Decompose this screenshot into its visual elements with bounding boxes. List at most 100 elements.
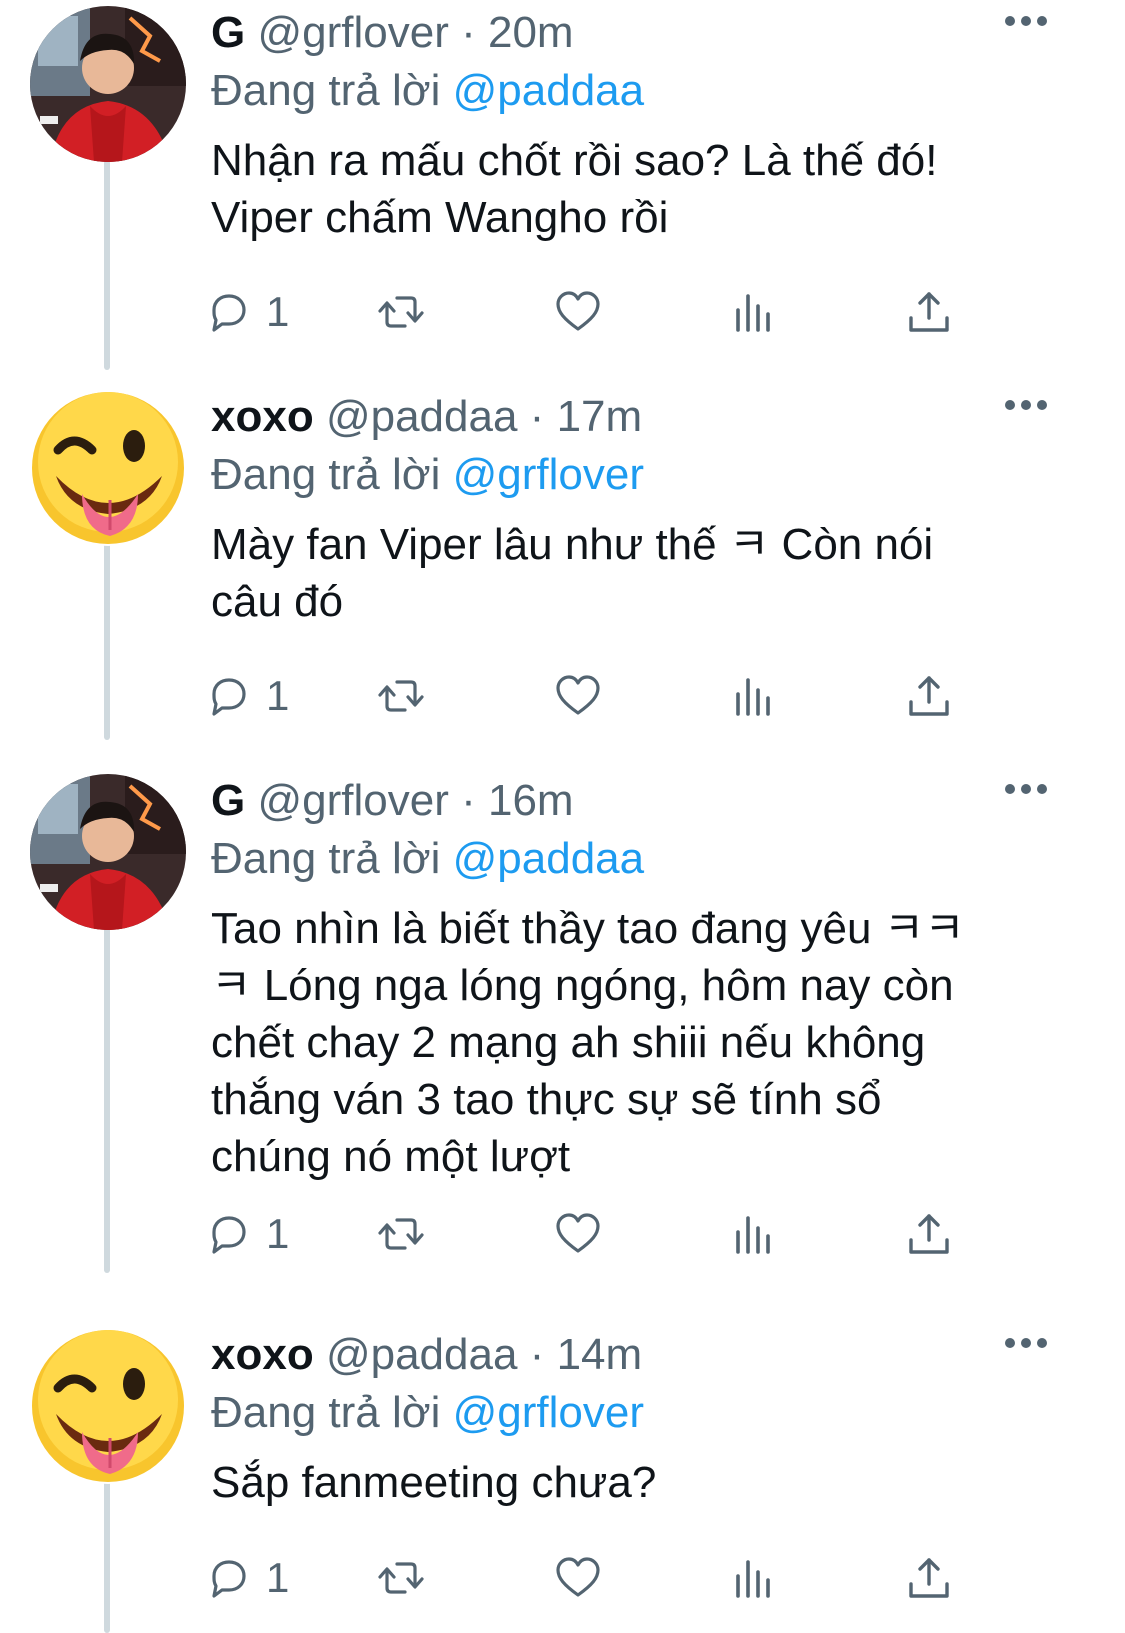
retweet-button[interactable] — [377, 1548, 425, 1608]
tweet[interactable]: G @grflover · 16m Đang trả lời @paddaa T… — [0, 768, 1125, 1298]
share-button[interactable] — [905, 666, 953, 726]
user-handle[interactable]: @grflover — [257, 776, 448, 825]
display-name[interactable]: xoxo — [211, 392, 314, 441]
timestamp[interactable]: 20m — [488, 8, 574, 57]
replying-label: Đang trả lời — [211, 66, 441, 115]
timestamp[interactable]: 17m — [557, 392, 643, 441]
reply-icon — [204, 1554, 252, 1602]
tweet-text: Tao nhìn là biết thầy tao đang yêu ㅋㅋ ㅋ … — [211, 900, 1071, 1185]
tweet-header: G @grflover · 16m — [211, 772, 1071, 830]
tweet[interactable]: G @grflover · 20m Đang trả lời @paddaa N… — [0, 0, 1125, 370]
user-handle[interactable]: @paddaa — [326, 392, 518, 441]
mention-link[interactable]: @grflover — [453, 450, 644, 499]
more-options-icon[interactable] — [1003, 14, 1049, 28]
tweet-text-line: Nhận ra mấu chốt rồi sao? Là thế đó! — [211, 136, 938, 185]
views-button[interactable] — [730, 282, 778, 342]
action-bar: 1 — [204, 1548, 984, 1608]
timestamp[interactable]: 14m — [557, 1330, 643, 1379]
reply-count: 1 — [266, 1554, 290, 1601]
display-name[interactable]: G — [211, 8, 245, 57]
action-bar: 1 — [204, 282, 984, 342]
retweet-icon — [377, 672, 425, 720]
separator-dot: · — [461, 8, 476, 57]
user-handle[interactable]: @grflover — [257, 8, 448, 57]
action-bar: 1 — [204, 666, 984, 726]
mention-link[interactable]: @paddaa — [453, 834, 645, 883]
retweet-button[interactable] — [377, 282, 425, 342]
replying-label: Đang trả lời — [211, 834, 441, 883]
tweet-text-line: chúng nó một lượt — [211, 1132, 571, 1181]
views-icon — [730, 672, 778, 720]
like-icon — [554, 672, 602, 720]
like-button[interactable] — [554, 1204, 602, 1264]
views-button[interactable] — [730, 1548, 778, 1608]
tweet-text-line: Sắp fanmeeting chưa? — [211, 1458, 657, 1507]
tweet-text-line: thắng ván 3 tao thực sự sẽ tính sổ — [211, 1075, 882, 1124]
mention-link[interactable]: @paddaa — [453, 66, 645, 115]
retweet-icon — [377, 1554, 425, 1602]
retweet-icon — [377, 288, 425, 336]
tweet-text: Mày fan Viper lâu như thế ㅋ Còn nói câu … — [211, 516, 1071, 630]
tweet-header: xoxo @paddaa · 14m — [211, 1326, 1071, 1384]
tweet[interactable]: xoxo @paddaa · 14m Đang trả lời @grflove… — [0, 1322, 1125, 1633]
replying-to: Đang trả lời @grflover — [211, 1384, 1071, 1442]
avatar[interactable] — [30, 1328, 186, 1484]
timestamp[interactable]: 16m — [488, 776, 574, 825]
display-name[interactable]: xoxo — [211, 1330, 314, 1379]
user-handle[interactable]: @paddaa — [326, 1330, 518, 1379]
like-button[interactable] — [554, 282, 602, 342]
share-icon — [905, 288, 953, 336]
tweet[interactable]: xoxo @paddaa · 17m Đang trả lời @grflove… — [0, 384, 1125, 754]
tweet-text-line: câu đó — [211, 577, 344, 626]
user-photo-avatar-icon — [30, 6, 186, 162]
like-icon — [554, 1554, 602, 1602]
tweet-text-line: Viper chấm Wangho rồi — [211, 193, 669, 242]
user-photo-avatar-icon — [30, 774, 186, 930]
more-options-icon[interactable] — [1003, 782, 1049, 796]
views-button[interactable] — [730, 666, 778, 726]
share-button[interactable] — [905, 282, 953, 342]
reply-button[interactable]: 1 — [204, 1548, 289, 1608]
retweet-button[interactable] — [377, 666, 425, 726]
reply-count: 1 — [266, 672, 290, 719]
winking-tongue-emoji-avatar-icon — [30, 1328, 186, 1484]
views-icon — [730, 1210, 778, 1258]
avatar[interactable] — [30, 774, 186, 930]
views-button[interactable] — [730, 1204, 778, 1264]
like-button[interactable] — [554, 1548, 602, 1608]
share-icon — [905, 1554, 953, 1602]
separator-dot: · — [529, 392, 545, 441]
more-options-icon[interactable] — [1003, 1336, 1049, 1350]
tweet-text-line: Tao nhìn là biết thầy tao đang yêu ㅋㅋ — [211, 904, 965, 953]
avatar[interactable] — [30, 6, 186, 162]
views-icon — [730, 288, 778, 336]
action-bar: 1 — [204, 1204, 984, 1264]
tweet-header: G @grflover · 20m — [211, 4, 1071, 62]
reply-icon — [204, 672, 252, 720]
retweet-icon — [377, 1210, 425, 1258]
reply-count: 1 — [266, 1210, 290, 1257]
like-button[interactable] — [554, 666, 602, 726]
tweet-text: Nhận ra mấu chốt rồi sao? Là thế đó! Vip… — [211, 132, 1071, 246]
reply-button[interactable]: 1 — [204, 282, 289, 342]
winking-tongue-emoji-avatar-icon — [30, 390, 186, 546]
tweet-text: Sắp fanmeeting chưa? — [211, 1454, 1071, 1511]
reply-icon — [204, 288, 252, 336]
tweet-text-line: ㅋ Lóng nga lóng ngóng, hôm nay còn — [211, 961, 954, 1010]
replying-to: Đang trả lời @grflover — [211, 446, 1071, 504]
avatar[interactable] — [30, 390, 186, 546]
more-options-icon[interactable] — [1003, 398, 1049, 412]
tweet-text-line: chết chay 2 mạng ah shiii nếu không — [211, 1018, 926, 1067]
tweet-text-line: Mày fan Viper lâu như thế ㅋ Còn nói — [211, 520, 934, 569]
share-button[interactable] — [905, 1204, 953, 1264]
reply-icon — [204, 1210, 252, 1258]
reply-count: 1 — [266, 288, 290, 335]
replying-label: Đang trả lời — [211, 450, 441, 499]
mention-link[interactable]: @grflover — [453, 1388, 644, 1437]
replying-to: Đang trả lời @paddaa — [211, 62, 1071, 120]
reply-button[interactable]: 1 — [204, 1204, 289, 1264]
display-name[interactable]: G — [211, 776, 245, 825]
retweet-button[interactable] — [377, 1204, 425, 1264]
share-button[interactable] — [905, 1548, 953, 1608]
reply-button[interactable]: 1 — [204, 666, 289, 726]
